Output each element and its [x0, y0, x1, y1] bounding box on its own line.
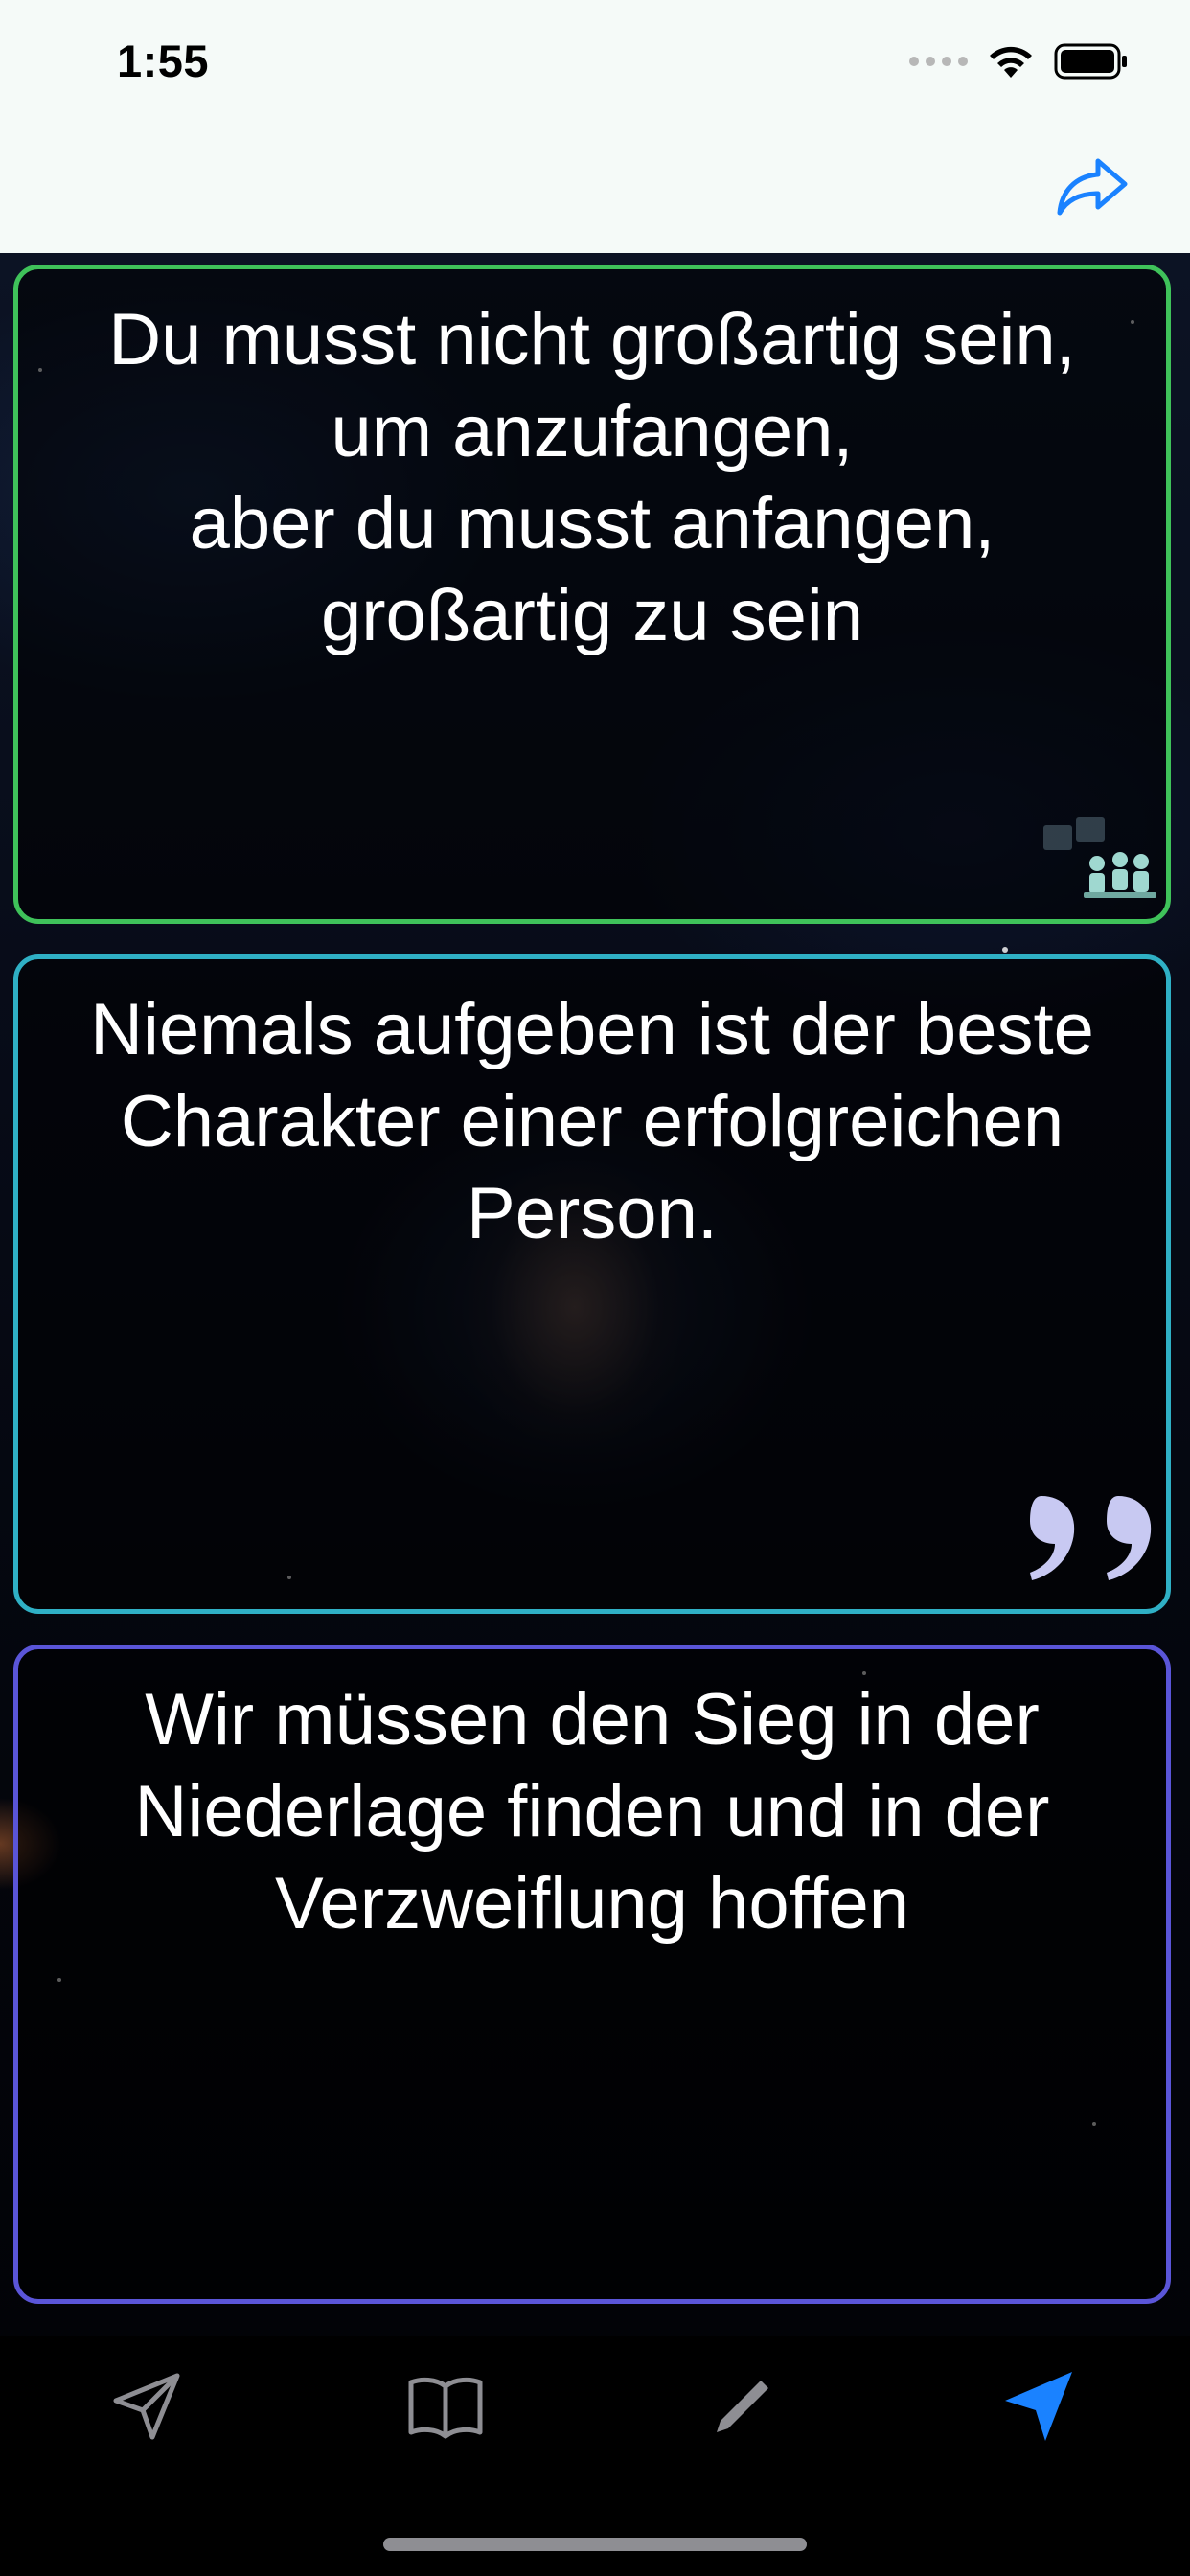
closing-quote-icon: [1030, 1496, 1152, 1580]
status-indicators: [909, 42, 1129, 80]
quote-card[interactable]: Niemals aufgeben ist der beste Charakter…: [13, 954, 1171, 1614]
people-group-icon: [1043, 817, 1156, 898]
quote-text: Niemals aufgeben ist der beste Charakter…: [90, 989, 1094, 1254]
paper-plane-outline-icon: [113, 2373, 180, 2440]
book-icon: [408, 2377, 483, 2439]
share-forward-icon[interactable]: [1054, 153, 1131, 220]
battery-icon: [1054, 43, 1127, 80]
quote-card[interactable]: Du musst nicht großartig sein, um anzufa…: [13, 264, 1171, 924]
app-screen: 1:55 Du musst nicht großartig sein, um a…: [0, 0, 1190, 2576]
tab-edit[interactable]: [690, 2354, 795, 2459]
quote-text: Wir müssen den Sieg in der Niederlage fi…: [134, 1679, 1050, 1944]
home-indicator: [383, 2538, 807, 2551]
paper-plane-filled-icon: [1005, 2372, 1072, 2441]
top-bar: 1:55: [0, 0, 1190, 253]
quote-text: Du musst nicht großartig sein, um anzufa…: [108, 299, 1076, 656]
cellular-signal-icon: [909, 57, 968, 66]
tab-book[interactable]: [393, 2354, 498, 2459]
pencil-icon: [717, 2380, 768, 2432]
tab-send-active[interactable]: [987, 2354, 1092, 2459]
status-time: 1:55: [117, 35, 210, 86]
quote-card[interactable]: Wir müssen den Sieg in der Niederlage fi…: [13, 1644, 1171, 2304]
tab-send[interactable]: [94, 2354, 199, 2459]
wifi-icon: [990, 46, 1032, 78]
